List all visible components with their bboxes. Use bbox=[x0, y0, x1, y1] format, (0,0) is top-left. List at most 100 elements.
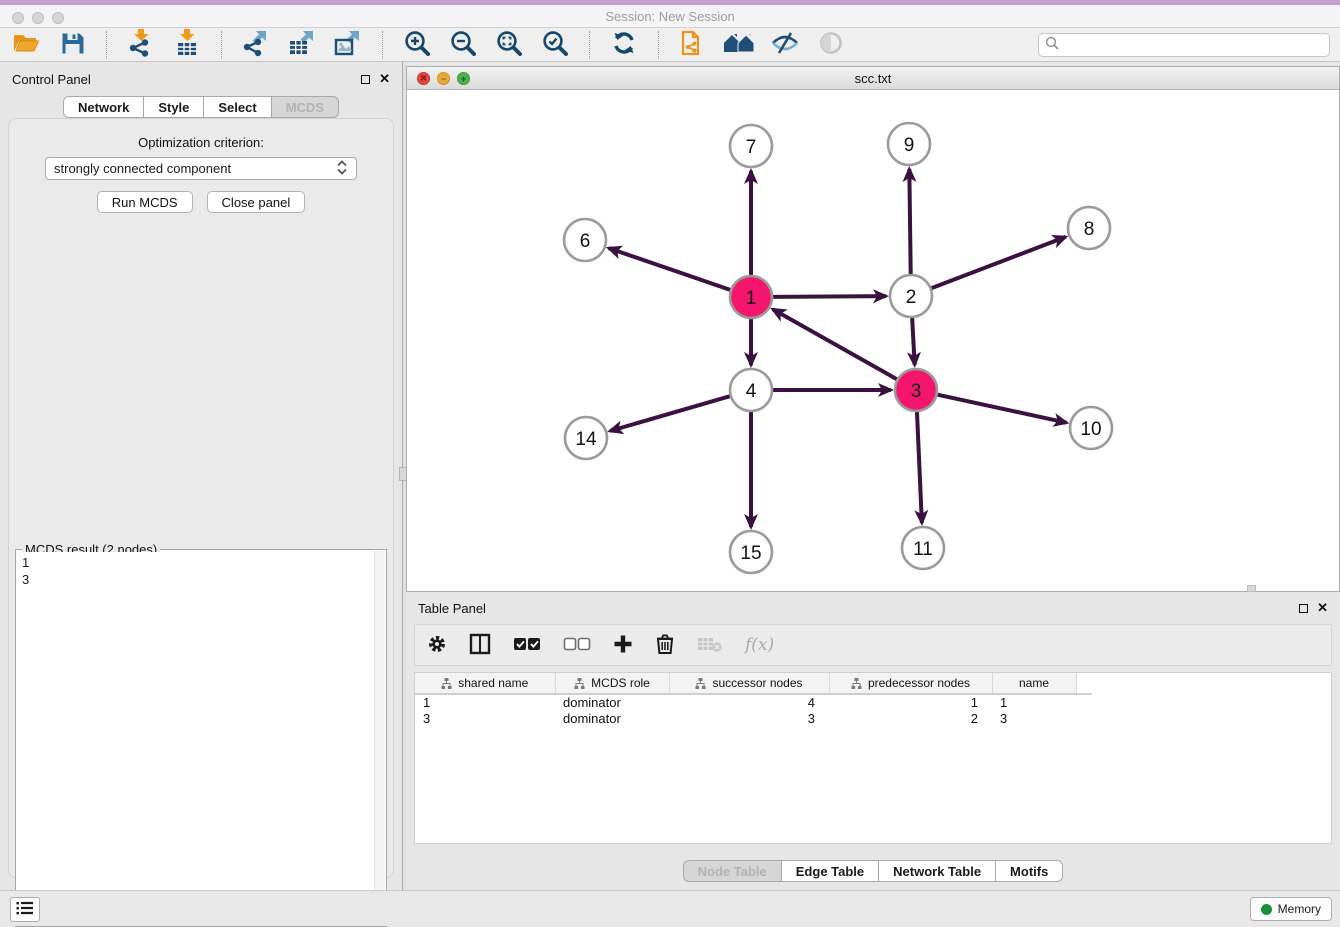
tab-network[interactable]: Network bbox=[63, 96, 144, 118]
horizontal-splitter-grip[interactable] bbox=[1247, 585, 1256, 592]
graph-node-11[interactable]: 11 bbox=[902, 527, 944, 569]
graph-node-8[interactable]: 8 bbox=[1068, 207, 1110, 249]
search-input[interactable] bbox=[1063, 38, 1323, 52]
column-header-MCDS-role[interactable]: MCDS role bbox=[555, 673, 669, 694]
refresh-button[interactable] bbox=[608, 31, 640, 59]
table-cell[interactable]: 3 bbox=[992, 710, 1076, 726]
svg-text:15: 15 bbox=[740, 543, 761, 564]
edge-4-14[interactable] bbox=[610, 396, 730, 431]
hide-selected-button[interactable] bbox=[769, 31, 801, 59]
node-table-grid[interactable]: shared nameMCDS rolesuccessor nodesprede… bbox=[415, 673, 1092, 726]
select-all-checks-icon[interactable] bbox=[513, 637, 541, 654]
criterion-dropdown[interactable]: strongly connected component bbox=[45, 157, 357, 180]
graph-node-7[interactable]: 7 bbox=[730, 125, 772, 167]
column-header-name[interactable]: name bbox=[992, 673, 1076, 694]
deselect-checks-icon[interactable] bbox=[563, 637, 591, 654]
graph-node-9[interactable]: 9 bbox=[888, 123, 930, 165]
export-network-button[interactable] bbox=[240, 31, 272, 59]
import-table-button[interactable] bbox=[171, 31, 203, 59]
table-cell[interactable]: 1 bbox=[829, 694, 992, 710]
edge-2-3[interactable] bbox=[912, 318, 915, 365]
list-icon bbox=[16, 901, 34, 918]
column-header-shared-name[interactable]: shared name bbox=[415, 673, 555, 694]
search-box[interactable] bbox=[1038, 33, 1330, 57]
graph-node-10[interactable]: 10 bbox=[1070, 407, 1112, 449]
float-panel-icon[interactable] bbox=[361, 75, 370, 84]
export-table-button[interactable] bbox=[286, 31, 318, 59]
table-row[interactable]: 1dominator411 bbox=[415, 694, 1092, 710]
table-cell[interactable]: 1 bbox=[992, 694, 1076, 710]
delete-column-icon[interactable] bbox=[655, 633, 675, 658]
mcds-result-scrollbar[interactable] bbox=[374, 551, 385, 925]
graph-node-15[interactable]: 15 bbox=[730, 531, 772, 573]
edge-1-2[interactable] bbox=[773, 296, 886, 297]
open-session-button[interactable] bbox=[10, 31, 42, 59]
svg-text:1: 1 bbox=[746, 288, 757, 309]
save-session-button[interactable] bbox=[56, 31, 88, 59]
tab-mcds[interactable]: MCDS bbox=[272, 96, 339, 118]
zoom-in-button[interactable] bbox=[401, 31, 433, 59]
tab-node-table[interactable]: Node Table bbox=[683, 860, 782, 882]
close-panel-button[interactable]: Close panel bbox=[207, 191, 306, 213]
run-mcds-button[interactable]: Run MCDS bbox=[97, 191, 193, 213]
zoom-fit-button[interactable] bbox=[493, 31, 525, 59]
optimization-criterion-label: Optimization criterion: bbox=[9, 135, 393, 150]
graph-node-3[interactable]: 3 bbox=[895, 369, 937, 411]
column-header-predecessor-nodes[interactable]: predecessor nodes bbox=[829, 673, 992, 694]
zoom-out-button[interactable] bbox=[447, 31, 479, 59]
close-panel-icon[interactable]: ✕ bbox=[379, 74, 390, 84]
table-cell[interactable]: 1 bbox=[415, 694, 555, 710]
graph-node-1[interactable]: 1 bbox=[730, 276, 772, 318]
table-cell[interactable]: dominator bbox=[555, 710, 669, 726]
graph-node-2[interactable]: 2 bbox=[890, 275, 932, 317]
houses-icon bbox=[723, 31, 755, 58]
edge-2-8[interactable] bbox=[932, 237, 1066, 288]
edge-3-10[interactable] bbox=[937, 395, 1066, 423]
graph-node-6[interactable]: 6 bbox=[564, 219, 606, 261]
svg-text:2: 2 bbox=[906, 287, 917, 308]
zoom-selected-button[interactable] bbox=[539, 31, 571, 59]
column-layout-icon[interactable] bbox=[469, 633, 491, 658]
mcds-panel: Optimization criterion: strongly connect… bbox=[8, 118, 394, 878]
tab-network-table[interactable]: Network Table bbox=[879, 860, 996, 882]
float-table-panel-icon[interactable] bbox=[1299, 604, 1308, 613]
mcds-result-group: MCDS result (2 nodes) 1 3 bbox=[15, 549, 387, 927]
first-neighbors-button[interactable] bbox=[723, 31, 755, 59]
memory-button[interactable]: Memory bbox=[1250, 897, 1332, 921]
table-cell[interactable]: 3 bbox=[669, 710, 829, 726]
add-column-icon[interactable] bbox=[613, 634, 633, 657]
edge-2-9[interactable] bbox=[909, 169, 910, 274]
zoom-fit-icon bbox=[496, 30, 522, 59]
tab-motifs[interactable]: Motifs bbox=[996, 860, 1063, 882]
table-panel-header: Table Panel ✕ bbox=[406, 598, 1340, 618]
edge-3-11[interactable] bbox=[917, 412, 922, 523]
import-network-button[interactable] bbox=[125, 31, 157, 59]
tab-edge-table[interactable]: Edge Table bbox=[782, 860, 879, 882]
table-row[interactable]: 3dominator323 bbox=[415, 710, 1092, 726]
task-history-button[interactable] bbox=[10, 897, 40, 922]
node-table[interactable]: shared nameMCDS rolesuccessor nodesprede… bbox=[414, 672, 1332, 844]
import-network-icon bbox=[128, 29, 154, 60]
table-cell[interactable]: 2 bbox=[829, 710, 992, 726]
edge-3-1[interactable] bbox=[773, 309, 897, 379]
tab-style[interactable]: Style bbox=[144, 96, 204, 118]
close-table-panel-icon[interactable]: ✕ bbox=[1317, 603, 1328, 613]
edge-1-6[interactable] bbox=[609, 248, 731, 290]
table-cell[interactable]: 4 bbox=[669, 694, 829, 710]
table-cell-filler bbox=[1076, 694, 1092, 710]
table-cell[interactable]: dominator bbox=[555, 694, 669, 710]
network-graph-canvas[interactable]: 1 2 3 4 6 7 8 9 10 11 14 15 bbox=[407, 90, 1339, 591]
mcds-result-text[interactable]: 1 3 bbox=[18, 552, 374, 924]
tab-select[interactable]: Select bbox=[204, 96, 271, 118]
table-cell[interactable]: 3 bbox=[415, 710, 555, 726]
graph-node-14[interactable]: 14 bbox=[565, 417, 607, 459]
graph-node-4[interactable]: 4 bbox=[730, 369, 772, 411]
import-table-icon bbox=[175, 29, 199, 60]
export-image-button[interactable] bbox=[332, 31, 364, 59]
column-header-successor-nodes[interactable]: successor nodes bbox=[669, 673, 829, 694]
show-all-button[interactable] bbox=[815, 31, 847, 59]
gear-icon[interactable] bbox=[427, 634, 447, 657]
clone-network-button[interactable] bbox=[677, 31, 709, 59]
search-icon bbox=[1045, 36, 1059, 53]
network-window-titlebar[interactable]: ✕ − + scc.txt bbox=[407, 67, 1339, 90]
